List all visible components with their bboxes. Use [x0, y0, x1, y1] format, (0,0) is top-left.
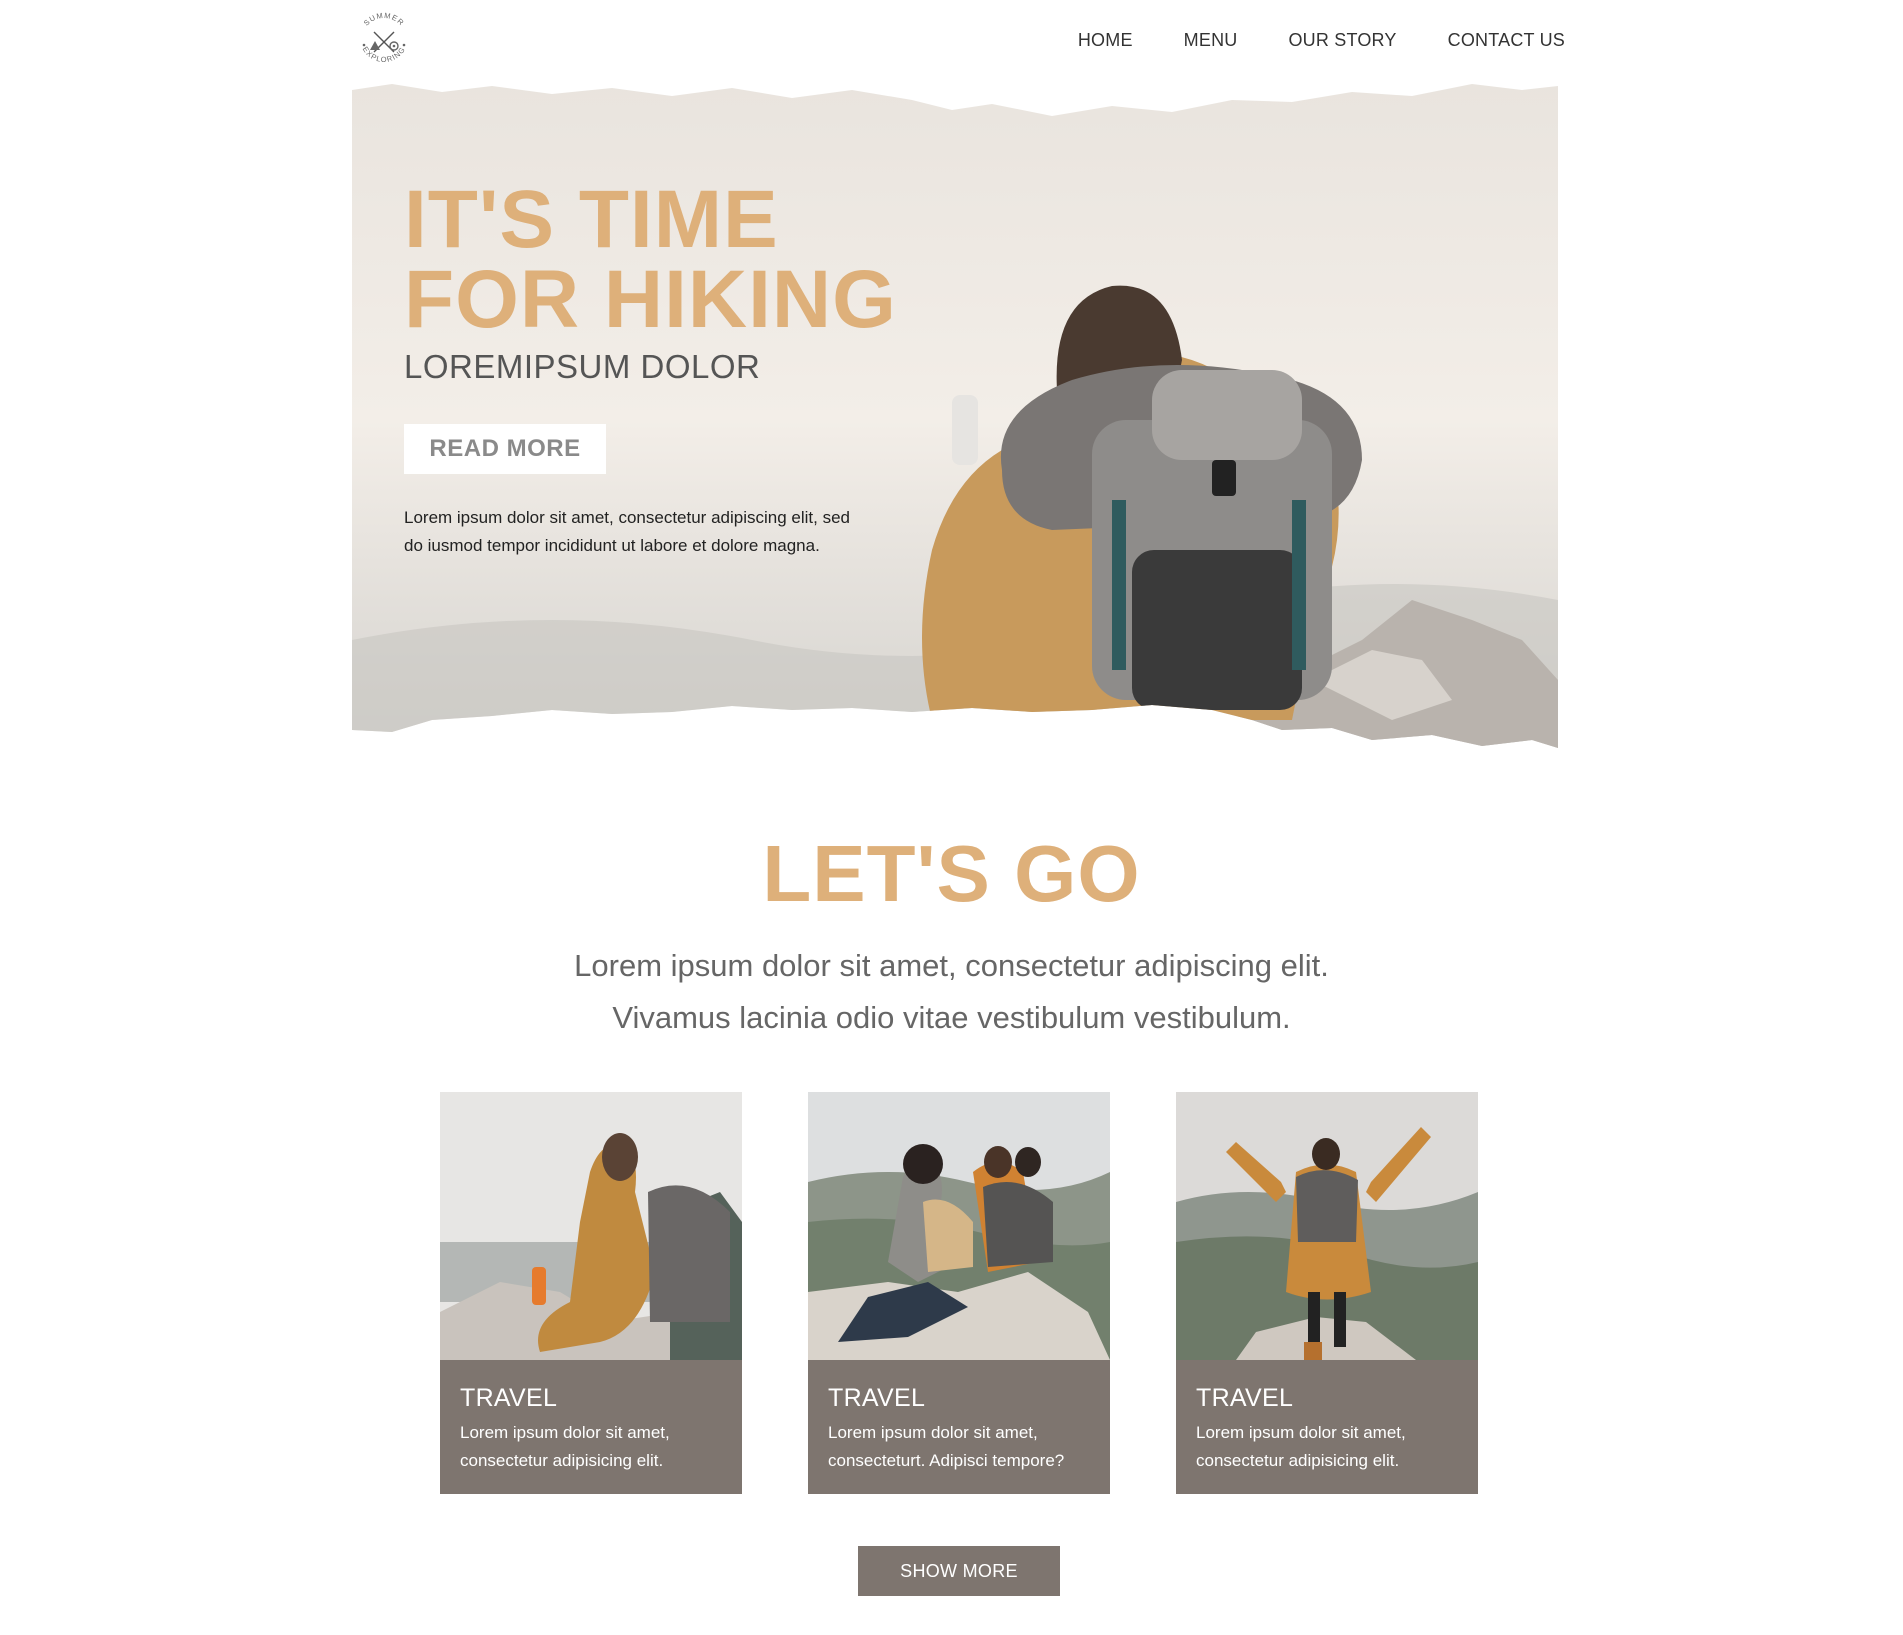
card-1-photo	[440, 1092, 742, 1360]
card-1-info: TRAVEL Lorem ipsum dolor sit amet, conse…	[440, 1360, 742, 1494]
hero-subtitle: LOREMIPSUM DOLOR	[404, 348, 761, 385]
section-line1: Lorem ipsum dolor sit amet, consectetur …	[574, 948, 1329, 983]
hero-title-line1: IT'S TIME	[404, 174, 779, 265]
svg-text:EXPLORING: EXPLORING	[361, 45, 408, 64]
main-nav: HOME MENU OUR STORY CONTACT US	[1027, 30, 1565, 51]
hero-section: IT'S TIME FOR HIKING LOREMIPSUM DOLOR RE…	[352, 80, 1558, 760]
card-3-photo	[1176, 1092, 1478, 1360]
card-1-title: TRAVEL	[460, 1384, 558, 1412]
travel-card-3[interactable]: TRAVEL Lorem ipsum dolor sit amet, conse…	[1176, 1092, 1478, 1494]
section-description: Lorem ipsum dolor sit amet, consectetur …	[0, 940, 1903, 1044]
svg-text:SUMMER: SUMMER	[362, 11, 406, 28]
section-title: LET'S GO	[762, 829, 1141, 918]
section-line2: Vivamus lacinia odio vitae vestibulum ve…	[612, 1000, 1291, 1035]
brand-logo[interactable]: SUMMER EXPLORING	[352, 8, 416, 72]
hero-description: Lorem ipsum dolor sit amet, consectetur …	[404, 508, 850, 555]
hero-title-line2: FOR HIKING	[404, 254, 897, 345]
card-2-title: TRAVEL	[828, 1384, 926, 1412]
card-2-info: TRAVEL Lorem ipsum dolor sit amet, conse…	[808, 1360, 1110, 1494]
show-more-button[interactable]: SHOW MORE	[858, 1546, 1060, 1596]
nav-home[interactable]: HOME	[1078, 30, 1133, 51]
read-more-button[interactable]: READ MORE	[404, 424, 606, 474]
card-2-text: Lorem ipsum dolor sit amet, consecteturt…	[828, 1423, 1065, 1470]
card-2-photo	[808, 1092, 1110, 1360]
nav-our-story[interactable]: OUR STORY	[1288, 30, 1396, 51]
logo-text-bottom: EXPLORING	[361, 45, 407, 64]
nav-menu[interactable]: MENU	[1184, 30, 1238, 51]
nav-contact-us[interactable]: CONTACT US	[1448, 30, 1565, 51]
hero-title: IT'S TIME FOR HIKING	[404, 174, 897, 345]
card-3-info: TRAVEL Lorem ipsum dolor sit amet, conse…	[1176, 1360, 1478, 1494]
card-3-title: TRAVEL	[1196, 1384, 1294, 1412]
card-3-text: Lorem ipsum dolor sit amet, consectetur …	[1196, 1423, 1406, 1470]
card-1-text: Lorem ipsum dolor sit amet, consectetur …	[460, 1423, 670, 1470]
logo-text-top: SUMMER	[362, 11, 405, 28]
travel-card-1[interactable]: TRAVEL Lorem ipsum dolor sit amet, conse…	[440, 1092, 742, 1494]
travel-card-2[interactable]: TRAVEL Lorem ipsum dolor sit amet, conse…	[808, 1092, 1110, 1494]
